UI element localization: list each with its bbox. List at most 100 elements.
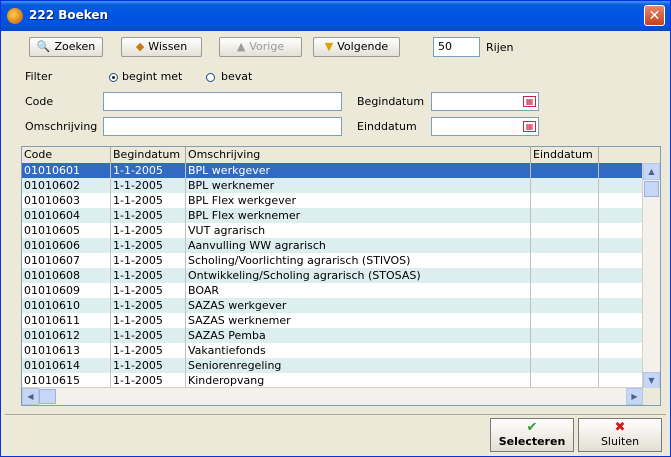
omschrijving-field[interactable] (103, 117, 342, 136)
cell-begindatum: 1-1-2005 (111, 178, 186, 193)
cell-omschrijving: BOAR (186, 283, 531, 298)
eraser-icon: ◆ (135, 40, 145, 53)
app-icon (7, 8, 23, 24)
title-bar[interactable]: 222 Boeken ✕ (1, 1, 670, 31)
cell-begindatum: 1-1-2005 (111, 373, 186, 388)
vorige-button[interactable]: ▲ Vorige (219, 37, 302, 57)
selecteren-button[interactable]: ✔ Selecteren (490, 418, 574, 452)
cell-omschrijving: BPL werkgever (186, 163, 531, 178)
cell-code: 01010608 (22, 268, 111, 283)
cell-einddatum (531, 223, 599, 238)
calendar-icon[interactable]: ▦ (523, 121, 536, 132)
vorige-label: Vorige (249, 40, 285, 53)
wissen-label: Wissen (148, 40, 188, 53)
scroll-left-icon[interactable]: ◀ (22, 388, 39, 405)
table-row[interactable]: 01010604 1-1-2005 BPL Flex werknemer (22, 208, 642, 223)
column-header-omschrijving[interactable]: Omschrijving (186, 147, 531, 163)
dialog-window: 222 Boeken ✕ 🔍 Zoeken ◆ Wissen ▲ Vorige ▼ Vo… (0, 0, 671, 457)
sluiten-label: Sluiten (600, 435, 640, 448)
einddatum-field[interactable]: ▦ (431, 117, 539, 136)
table-row[interactable]: 01010615 1-1-2005 Kinderopvang (22, 373, 642, 388)
code-field[interactable] (103, 92, 342, 111)
filter-label: Filter (25, 70, 53, 83)
cell-code: 01010609 (22, 283, 111, 298)
cell-code: 01010615 (22, 373, 111, 388)
rows-label: Rijen (486, 41, 514, 54)
rows-input[interactable]: 50 (433, 37, 480, 57)
cell-omschrijving: SAZAS Pemba (186, 328, 531, 343)
scroll-down-icon[interactable]: ▼ (643, 372, 660, 389)
cell-code: 01010612 (22, 328, 111, 343)
radio-begins-with[interactable] (109, 73, 118, 82)
cell-einddatum (531, 313, 599, 328)
cell-begindatum: 1-1-2005 (111, 298, 186, 313)
cell-begindatum: 1-1-2005 (111, 358, 186, 373)
results-grid[interactable]: Code Begindatum Omschrijving Einddatum 0… (21, 146, 661, 406)
begindatum-field[interactable]: ▦ (431, 92, 539, 111)
table-row[interactable]: 01010603 1-1-2005 BPL Flex werkgever (22, 193, 642, 208)
zoeken-button[interactable]: 🔍 Zoeken (29, 37, 103, 57)
horizontal-scroll-thumb[interactable] (39, 389, 56, 404)
cell-einddatum (531, 298, 599, 313)
horizontal-scrollbar[interactable]: ◀ ▶ (22, 387, 643, 405)
table-row[interactable]: 01010608 1-1-2005 Ontwikkeling/Scholing ag… (22, 268, 642, 283)
dialog-content: 🔍 Zoeken ◆ Wissen ▲ Vorige ▼ Volgende 50 Rij… (5, 31, 666, 414)
cell-begindatum: 1-1-2005 (111, 208, 186, 223)
cell-omschrijving: Scholing/Voorlichting agrarisch (STIVOS) (186, 253, 531, 268)
cell-omschrijving: SAZAS werkgever (186, 298, 531, 313)
table-row[interactable]: 01010601 1-1-2005 BPL werkgever (22, 163, 642, 178)
close-icon[interactable]: ✕ (644, 5, 665, 26)
scroll-right-icon[interactable]: ▶ (626, 388, 643, 405)
cell-omschrijving: Seniorenregeling (186, 358, 531, 373)
column-header-einddatum[interactable]: Einddatum (531, 147, 599, 163)
einddatum-label: Einddatum (357, 120, 417, 133)
binoculars-icon: 🔍 (36, 40, 51, 53)
cell-begindatum: 1-1-2005 (111, 283, 186, 298)
selecteren-label: Selecteren (498, 435, 566, 448)
calendar-icon[interactable]: ▦ (523, 96, 536, 107)
omschrijving-label: Omschrijving (25, 120, 98, 133)
table-row[interactable]: 01010613 1-1-2005 Vakantiefonds (22, 343, 642, 358)
table-row[interactable]: 01010609 1-1-2005 BOAR (22, 283, 642, 298)
vertical-scroll-thumb[interactable] (644, 181, 659, 197)
cross-icon: ✖ (614, 420, 626, 435)
table-row[interactable]: 01010602 1-1-2005 BPL werknemer (22, 178, 642, 193)
begins-with-label: begint met (122, 70, 183, 83)
column-header-code[interactable]: Code (22, 147, 111, 163)
table-row[interactable]: 01010610 1-1-2005 SAZAS werkgever (22, 298, 642, 313)
sluiten-button[interactable]: ✖ Sluiten (578, 418, 662, 452)
arrow-down-icon: ▼ (324, 40, 334, 53)
cell-code: 01010610 (22, 298, 111, 313)
table-row[interactable]: 01010605 1-1-2005 VUT agrarisch (22, 223, 642, 238)
cell-begindatum: 1-1-2005 (111, 253, 186, 268)
cell-einddatum (531, 178, 599, 193)
cell-code: 01010604 (22, 208, 111, 223)
volgende-label: Volgende (337, 40, 389, 53)
cell-omschrijving: Ontwikkeling/Scholing agrarisch (STOSAS) (186, 268, 531, 283)
cell-begindatum: 1-1-2005 (111, 313, 186, 328)
cell-omschrijving: BPL werknemer (186, 178, 531, 193)
table-row[interactable]: 01010612 1-1-2005 SAZAS Pemba (22, 328, 642, 343)
table-row[interactable]: 01010607 1-1-2005 Scholing/Voorlichting ag… (22, 253, 642, 268)
cell-code: 01010606 (22, 238, 111, 253)
column-header-begindatum[interactable]: Begindatum (111, 147, 186, 163)
cell-code: 01010607 (22, 253, 111, 268)
cell-code: 01010602 (22, 178, 111, 193)
cell-omschrijving: VUT agrarisch (186, 223, 531, 238)
cell-begindatum: 1-1-2005 (111, 343, 186, 358)
cell-omschrijving: BPL Flex werkgever (186, 193, 531, 208)
arrow-up-icon: ▲ (236, 40, 246, 53)
cell-code: 01010601 (22, 163, 111, 178)
table-row[interactable]: 01010611 1-1-2005 SAZAS werknemer (22, 313, 642, 328)
volgende-button[interactable]: ▼ Volgende (313, 37, 400, 57)
radio-contains[interactable] (206, 73, 215, 82)
scroll-corner (643, 388, 660, 405)
table-row[interactable]: 01010606 1-1-2005 Aanvulling WW agrarisch (22, 238, 642, 253)
wissen-button[interactable]: ◆ Wissen (121, 37, 202, 57)
vertical-scrollbar[interactable]: ▲ ▼ (642, 163, 660, 389)
cell-omschrijving: SAZAS werknemer (186, 313, 531, 328)
table-row[interactable]: 01010614 1-1-2005 Seniorenregeling (22, 358, 642, 373)
scroll-up-icon[interactable]: ▲ (643, 163, 660, 180)
cell-code: 01010613 (22, 343, 111, 358)
cell-einddatum (531, 268, 599, 283)
